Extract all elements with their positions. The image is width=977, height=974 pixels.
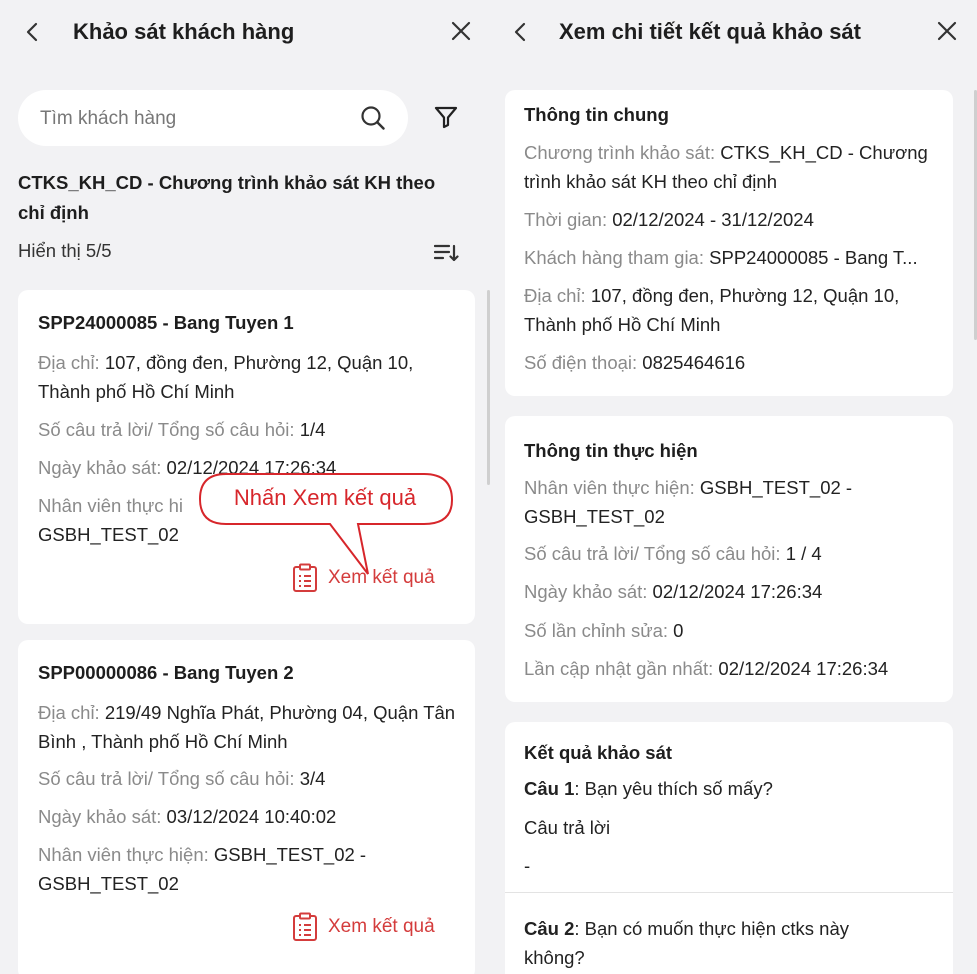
customer-address: Địa chỉ: 219/49 Nghĩa Phát, Phường 04, Q… [38, 702, 456, 752]
sort-icon[interactable] [433, 243, 460, 268]
chevron-left-icon[interactable] [24, 18, 40, 51]
survey-results-card: Kết quả khảo sát Câu 1: Bạn yêu thích số… [505, 722, 953, 974]
customer-card[interactable]: SPP00000086 - Bang Tuyen 2 Địa chỉ: 219/… [18, 640, 475, 974]
staff-label: Nhân viên thực hi [38, 495, 184, 516]
search-icon[interactable] [360, 105, 386, 136]
scrollbar[interactable] [487, 290, 490, 485]
program-title: CTKS_KH_CD - Chương trình khảo sát KH th… [18, 172, 436, 223]
customer-name: SPP24000085 - Bang Tuyen 1 [38, 312, 294, 333]
answer-value: - [524, 855, 531, 876]
header: Khảo sát khách hàng [0, 0, 492, 64]
chevron-left-icon[interactable] [512, 18, 528, 51]
page-title: Xem chi tiết kết quả khảo sát [559, 19, 861, 44]
customer-name: SPP00000086 - Bang Tuyen 2 [38, 662, 294, 683]
view-result-button[interactable]: Xem kết quả [292, 912, 435, 942]
last-updated: Lần cập nhật gần nhất: 02/12/2024 17:26:… [524, 658, 889, 679]
customer-survey-screen: Khảo sát khách hàng CTKS_KH_CD - Chương … [0, 0, 492, 974]
execution-info-card: Thông tin thực hiện Nhân viên thực hiện:… [505, 416, 953, 702]
survey-result-detail-screen: Xem chi tiết kết quả khảo sát Thông tin … [492, 0, 977, 974]
callout-text: Nhấn Xem kết quả [233, 485, 417, 510]
customer-address: Địa chỉ: 107, đồng đen, Phường 12, Quận … [38, 352, 414, 402]
header: Xem chi tiết kết quả khảo sát [492, 0, 977, 64]
section-title: Thông tin chung [524, 104, 669, 125]
result-count: Hiển thị 5/5 [18, 240, 112, 261]
answer-label: Câu trả lời [524, 817, 611, 838]
staff-info: Nhân viên thực hiện: GSBH_TEST_02 - GSBH… [524, 477, 853, 527]
close-icon[interactable] [936, 17, 958, 50]
section-title: Thông tin thực hiện [524, 440, 698, 461]
general-info-card: Thông tin chung Chương trình khảo sát: C… [505, 90, 953, 396]
page-title: Khảo sát khách hàng [73, 19, 295, 44]
phone-info: Số điện thoại: 0825464616 [524, 352, 746, 373]
filter-icon[interactable] [433, 104, 459, 135]
customer-info: Khách hàng tham gia: SPP24000085 - Bang … [524, 247, 918, 268]
survey-date: Ngày khảo sát: 02/12/2024 17:26:34 [524, 581, 823, 602]
question-1: Câu 1: Bạn yêu thích số mấy? [524, 778, 773, 799]
clipboard-icon [293, 912, 317, 941]
answer-count: Số câu trả lời/ Tổng số câu hỏi: 3/4 [38, 768, 326, 789]
search-input[interactable] [38, 106, 342, 132]
question-2: Câu 2: Bạn có muốn thực hiện ctks này kh… [524, 918, 849, 968]
answer-count: Số câu trả lời/ Tổng số câu hỏi: 1/4 [38, 419, 326, 440]
survey-date: Ngày khảo sát: 03/12/2024 10:40:02 [38, 806, 337, 827]
staff-info: Nhân viên thực hiện: GSBH_TEST_02 - GSBH… [38, 844, 367, 894]
time-info: Thời gian: 02/12/2024 - 31/12/2024 [524, 209, 814, 230]
staff-value: GSBH_TEST_02 [38, 524, 179, 545]
divider [505, 892, 953, 893]
section-title: Kết quả khảo sát [524, 742, 673, 763]
search-box [18, 90, 408, 146]
program-info: Chương trình khảo sát: CTKS_KH_CD - Chươ… [524, 142, 928, 192]
answer-count: Số câu trả lời/ Tổng số câu hỏi: 1 / 4 [524, 543, 822, 564]
close-icon[interactable] [450, 17, 472, 50]
address-info: Địa chỉ: 107, đồng đen, Phường 12, Quận … [524, 285, 900, 335]
edit-count: Số lần chỉnh sửa: 0 [524, 620, 684, 641]
